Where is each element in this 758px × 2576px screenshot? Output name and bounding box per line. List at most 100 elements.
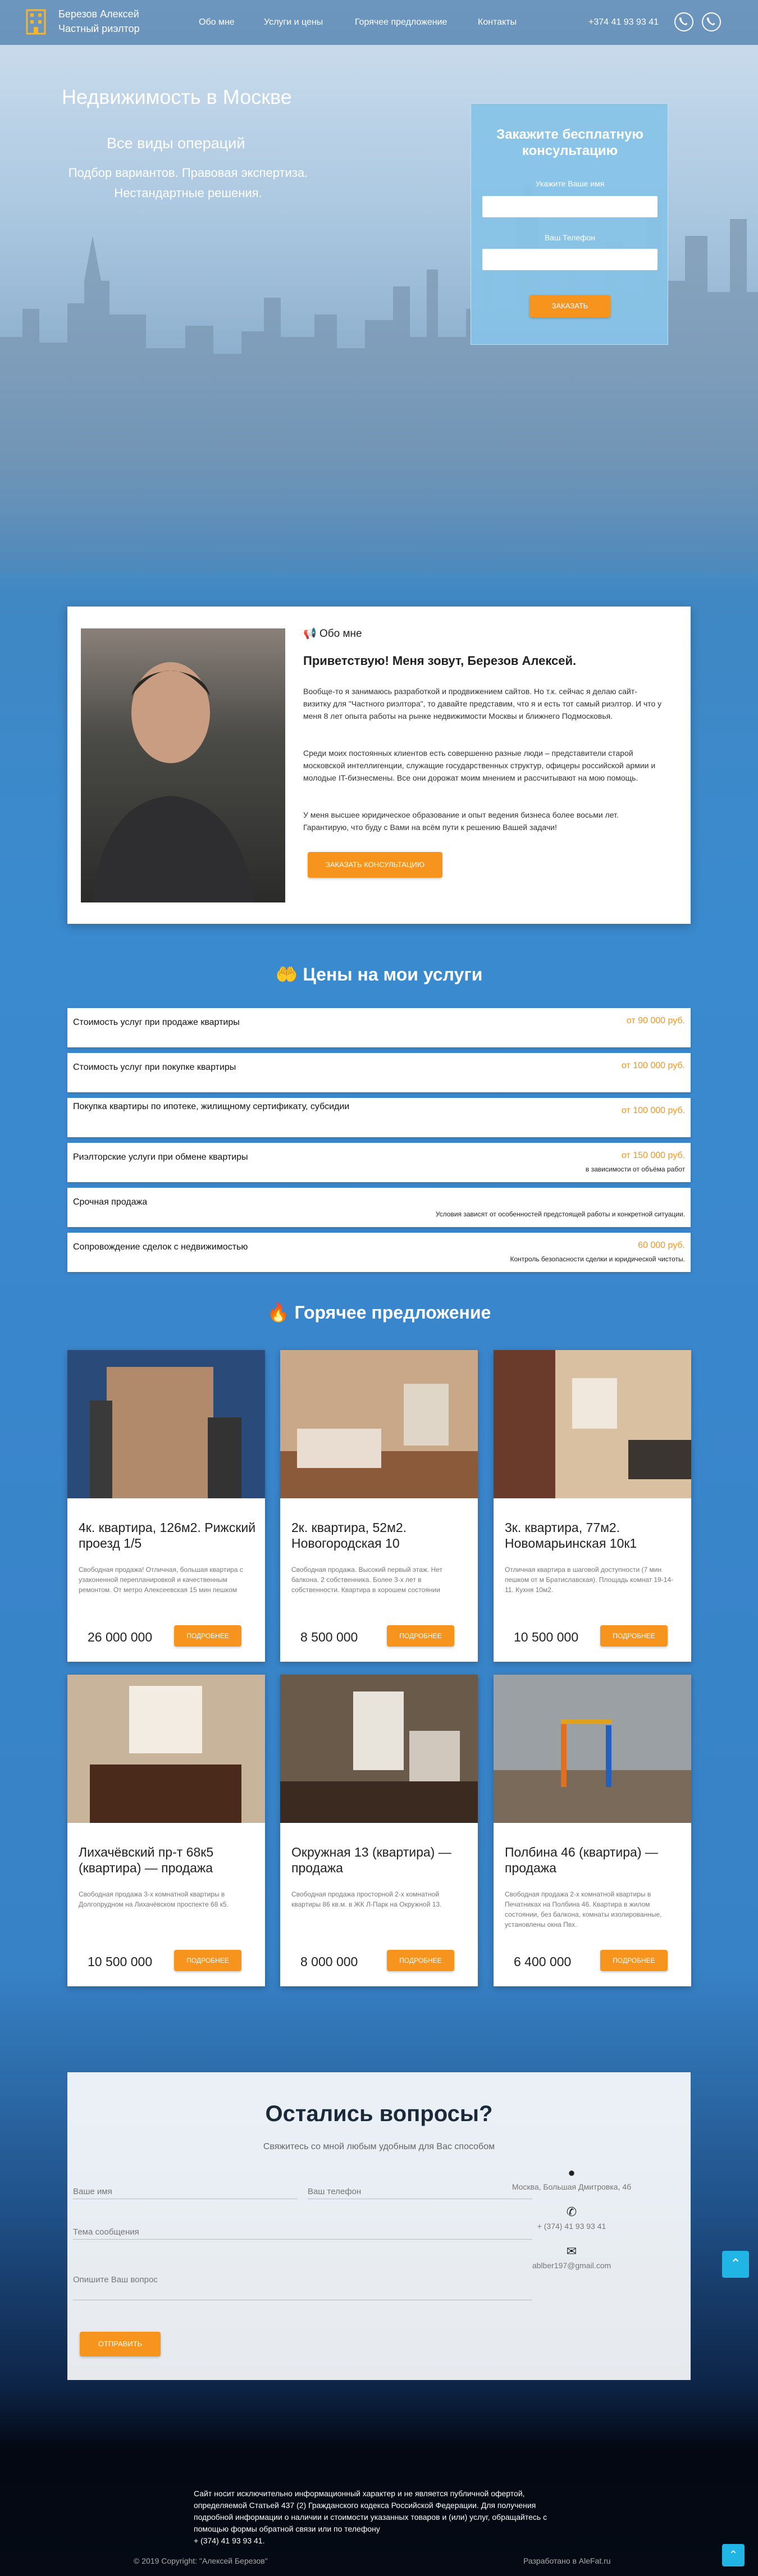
offer-card[interactable]: Лихачёвский пр-т 68к5 (квартира) — прода…: [67, 1675, 265, 1986]
offer-description: Свободная продажа просторной 2-х комнатн…: [291, 1890, 442, 1908]
fire-icon: 🔥: [267, 1302, 290, 1323]
hero-line1: Подбор вариантов. Правовая экспертиза.: [68, 166, 308, 180]
portrait-photo: [81, 628, 285, 902]
offer-title: Лихачёвский пр-т 68к5 (квартира) — прода…: [79, 1845, 214, 1875]
whatsapp-icon[interactable]: [674, 12, 693, 31]
price-note: Условия зависят от особенностей предстоя…: [435, 1210, 685, 1218]
nav-item-about[interactable]: Обо мне: [199, 17, 235, 28]
offer-photo: [280, 1350, 478, 1498]
price-row: Стоимость услуг при продаже квартиры от 9…: [67, 1008, 691, 1047]
offer-title: 4к. квартира, 126м2. Рижский проезд 1/5: [79, 1520, 256, 1551]
contact-phone[interactable]: + (374) 41 93 93 41: [482, 2222, 661, 2231]
phone-label: Ваш Телефон: [544, 233, 596, 242]
site-header: Березов Алексей Частный риэлтор Обо мне …: [0, 0, 758, 45]
offer-card[interactable]: 3к. квартира, 77м2. Новомарьинская 10к1 …: [494, 1350, 691, 1662]
hand-coin-icon: 🤲: [275, 964, 298, 984]
offer-card[interactable]: 2к. квартира, 52м2. Новогородская 10 Сво…: [280, 1350, 478, 1662]
offer-details-button[interactable]: ПОДРОБНЕЕ: [600, 1950, 668, 1971]
about-title: Приветствую! Меня зовут, Березов Алексей…: [303, 654, 577, 668]
price-value: от 100 000 руб.: [621, 1106, 685, 1115]
prices-title: Цены на мои услуги: [303, 964, 483, 984]
contact-name-input[interactable]: [73, 2179, 298, 2199]
offer-description: Свободная продажа 3-х комнатной квартиры…: [79, 1890, 229, 1908]
contact-question-input[interactable]: [73, 2260, 532, 2300]
offer-price: 26 000 000: [88, 1630, 153, 1644]
offer-details-button[interactable]: ПОДРОБНЕЕ: [387, 1950, 454, 1971]
chevron-up-icon: ⌃: [728, 2549, 738, 2561]
offer-photo: [494, 1350, 691, 1498]
nav-item-prices[interactable]: Услуги и цены: [264, 17, 323, 28]
price-value: от 100 000 руб.: [621, 1061, 685, 1070]
hero-line2: Нестандартные решения.: [114, 186, 262, 200]
consult-form-title: Закажите бесплатную консультацию: [496, 127, 643, 158]
about-paragraph-3: У меня высшее юридическое образование и …: [303, 810, 619, 832]
offer-description: Свободная продажа 2-х комнатной квартиры…: [505, 1890, 662, 1928]
contact-address: Москва, Большая Дмитровка, 4б: [512, 2182, 632, 2191]
contact-subject-input[interactable]: [73, 2219, 532, 2240]
offer-title: Окружная 13 (квартира) — продажа: [291, 1845, 451, 1875]
offer-photo: [280, 1675, 478, 1823]
footer-disclaimer: Сайт носит исключительно информационный …: [194, 2488, 576, 2547]
about-heading-text: Обо мне: [319, 628, 362, 640]
header-phone-link[interactable]: +374 41 93 93 41: [588, 17, 659, 28]
offer-details-button[interactable]: ПОДРОБНЕЕ: [600, 1625, 668, 1647]
brand-name: Березов Алексей: [58, 8, 139, 20]
developer-credit[interactable]: Разработано в AleFat.ru: [523, 2556, 611, 2565]
phone-icon: ✆: [566, 2205, 577, 2219]
chevron-up-icon: ⌃: [729, 2256, 742, 2272]
building-logo-icon[interactable]: [25, 8, 47, 35]
offer-price: 6 400 000: [514, 1954, 572, 1969]
price-name: Сопровождение сделок с недвижимостью: [73, 1242, 248, 1252]
about-heading: 📢 Обо мне: [303, 627, 362, 640]
price-value: 60 000 руб.: [638, 1241, 685, 1250]
offer-card[interactable]: 4к. квартира, 126м2. Рижский проезд 1/5 …: [67, 1350, 265, 1662]
envelope-icon: ✉: [566, 2244, 577, 2258]
footer-disclaimer-text: Сайт носит исключительно информационный …: [194, 2489, 547, 2533]
offer-description: Свободная продажа! Отличная, большая ква…: [79, 1566, 243, 1594]
name-label: Укажите Ваше имя: [535, 179, 605, 188]
offer-details-button[interactable]: ПОДРОБНЕЕ: [174, 1950, 241, 1971]
offer-details-button[interactable]: ПОДРОБНЕЕ: [387, 1625, 454, 1647]
offer-price: 8 000 000: [300, 1954, 358, 1969]
price-row: Сопровождение сделок с недвижимостью 60 0…: [67, 1233, 691, 1272]
contact-title: Остались вопросы?: [265, 2101, 493, 2126]
nav-item-hot-offer[interactable]: Горячее предложение: [355, 17, 447, 28]
price-value: от 150 000 руб.: [621, 1151, 685, 1160]
scroll-to-top-button[interactable]: ⌃: [722, 2251, 749, 2278]
send-button[interactable]: ОТПРАВИТЬ: [80, 2332, 161, 2356]
offer-title: Полбина 46 (квартира) — продажа: [505, 1845, 658, 1875]
offer-card[interactable]: Полбина 46 (квартира) — продажа Свободна…: [494, 1675, 691, 1986]
consult-form: Закажите бесплатную консультацию Укажите…: [471, 103, 668, 345]
location-pin-icon: ●: [568, 2165, 576, 2180]
order-consultation-button[interactable]: ЗАКАЗАТЬ КОНСУЛЬТАЦИЮ: [308, 852, 442, 878]
phone-input[interactable]: [482, 249, 657, 270]
price-row: Срочная продажа Условия зависят от особен…: [67, 1188, 691, 1227]
person-silhouette-icon: [92, 662, 255, 902]
nav-item-contacts[interactable]: Контакты: [478, 17, 517, 28]
price-note: Контроль безопасности сделки и юридическ…: [510, 1255, 685, 1263]
about-paragraph-2: Среди моих постоянных клиентов есть сове…: [303, 749, 656, 782]
price-name: Стоимость услуг при покупке квартиры: [73, 1063, 236, 1072]
brand[interactable]: Березов Алексей Частный риэлтор: [58, 7, 140, 36]
brand-role: Частный риэлтор: [58, 23, 140, 34]
offer-photo: [67, 1675, 265, 1823]
order-button[interactable]: ЗАКАЗАТЬ: [529, 295, 610, 317]
contact-subtitle: Свяжитесь со мной любым удобным для Вас …: [263, 2142, 495, 2151]
price-row: Риэлторские услуги при обмене квартиры от…: [67, 1143, 691, 1182]
offer-details-button[interactable]: ПОДРОБНЕЕ: [174, 1625, 241, 1647]
price-name: Риэлторские услуги при обмене квартиры: [73, 1152, 248, 1162]
offer-photo: [67, 1350, 265, 1498]
price-name: Срочная продажа: [73, 1197, 148, 1207]
offer-description: Отличная квартира в шаговой доступности …: [505, 1566, 674, 1594]
offer-photo: [494, 1675, 691, 1823]
scroll-to-top-button-bottom[interactable]: ⌃: [722, 2544, 745, 2566]
offer-card[interactable]: Окружная 13 (квартира) — продажа Свободн…: [280, 1675, 478, 1986]
viber-icon[interactable]: [702, 12, 721, 31]
offer-description: Свободная продажа. Высокий первый этаж. …: [291, 1566, 442, 1594]
name-input[interactable]: [482, 196, 657, 217]
footer-phone[interactable]: + (374) 41 93 93 41.: [194, 2535, 576, 2547]
price-value: от 90 000 руб.: [626, 1016, 685, 1025]
offer-title: 3к. квартира, 77м2. Новомарьинская 10к1: [505, 1520, 637, 1551]
offer-price: 10 500 000: [88, 1954, 153, 1969]
contact-email[interactable]: ablber197@gmail.com: [482, 2261, 661, 2270]
